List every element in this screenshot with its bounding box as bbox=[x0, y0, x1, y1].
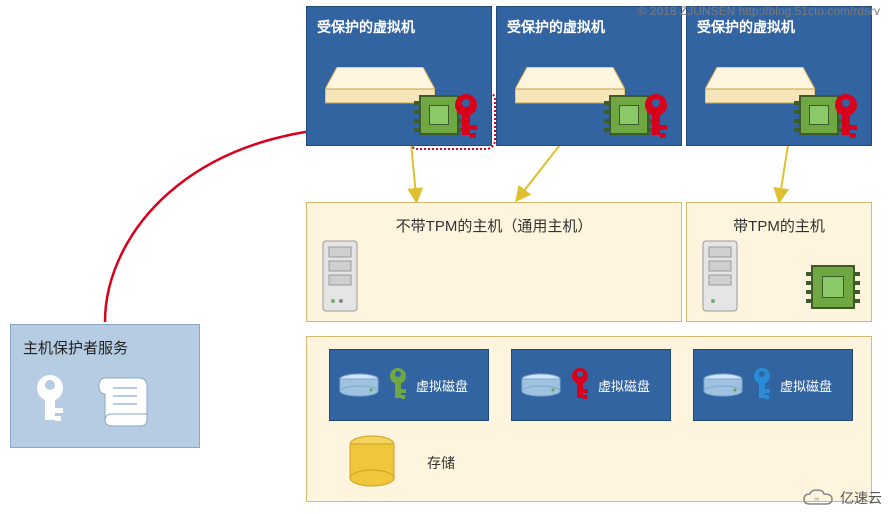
key-icon bbox=[568, 367, 592, 403]
vm-row: 受保护的虚拟机 受保护的虚拟机 bbox=[306, 6, 872, 146]
vm-box-3: 受保护的虚拟机 bbox=[686, 6, 872, 146]
key-icon bbox=[31, 374, 69, 426]
host-row: 不带TPM的主机（通用主机） 带TPM的主机 bbox=[306, 202, 872, 322]
host-title: 带TPM的主机 bbox=[687, 215, 871, 236]
vm-box-2: 受保护的虚拟机 bbox=[496, 6, 682, 146]
svg-text:∞: ∞ bbox=[814, 496, 819, 503]
watermark-text: © 2018 ZJUNSEN http://blog.51cto.com/rds… bbox=[638, 4, 880, 18]
disk-label: 虚拟磁盘 bbox=[780, 376, 832, 395]
storage-box: 虚拟磁盘 虚拟磁盘 虚拟磁盘 存储 bbox=[306, 336, 872, 502]
hdd-icon bbox=[338, 373, 380, 397]
guardian-icons bbox=[23, 372, 187, 428]
footer-brand: ∞ 亿速云 bbox=[802, 488, 882, 508]
disk-label: 虚拟磁盘 bbox=[598, 376, 650, 395]
hdd-icon bbox=[520, 373, 562, 397]
key-icon bbox=[639, 93, 673, 141]
host-title: 不带TPM的主机（通用主机） bbox=[307, 215, 681, 236]
vm-title: 受保护的虚拟机 bbox=[507, 17, 671, 37]
hdd-icon bbox=[702, 373, 744, 397]
disk-row: 虚拟磁盘 虚拟磁盘 虚拟磁盘 bbox=[329, 349, 853, 421]
virtual-disk-1: 虚拟磁盘 bbox=[329, 349, 489, 421]
key-icon bbox=[829, 93, 863, 141]
storage-label: 存储 bbox=[427, 453, 455, 473]
storage-cylinder-icon bbox=[347, 435, 397, 487]
virtual-disk-3: 虚拟磁盘 bbox=[693, 349, 853, 421]
vm-title: 受保护的虚拟机 bbox=[317, 17, 481, 37]
disk-label: 虚拟磁盘 bbox=[416, 376, 468, 395]
certificate-scroll-icon bbox=[95, 372, 151, 428]
chip-key-group bbox=[799, 89, 863, 139]
host-without-tpm: 不带TPM的主机（通用主机） bbox=[306, 202, 682, 322]
vm-box-1: 受保护的虚拟机 bbox=[306, 6, 492, 146]
cloud-logo-icon: ∞ bbox=[802, 488, 834, 508]
key-icon bbox=[750, 367, 774, 403]
chip-key-group bbox=[609, 89, 673, 139]
guardian-title: 主机保护者服务 bbox=[23, 337, 187, 358]
chip-key-group bbox=[419, 89, 483, 139]
key-icon bbox=[449, 93, 483, 141]
server-icon bbox=[701, 239, 739, 313]
footer-brand-text: 亿速云 bbox=[840, 488, 882, 508]
server-icon bbox=[321, 239, 359, 313]
tpm-chip-icon bbox=[811, 265, 855, 309]
host-with-tpm: 带TPM的主机 bbox=[686, 202, 872, 322]
key-icon bbox=[386, 367, 410, 403]
vm-title: 受保护的虚拟机 bbox=[697, 17, 861, 37]
virtual-disk-2: 虚拟磁盘 bbox=[511, 349, 671, 421]
guardian-service-box: 主机保护者服务 bbox=[10, 324, 200, 448]
